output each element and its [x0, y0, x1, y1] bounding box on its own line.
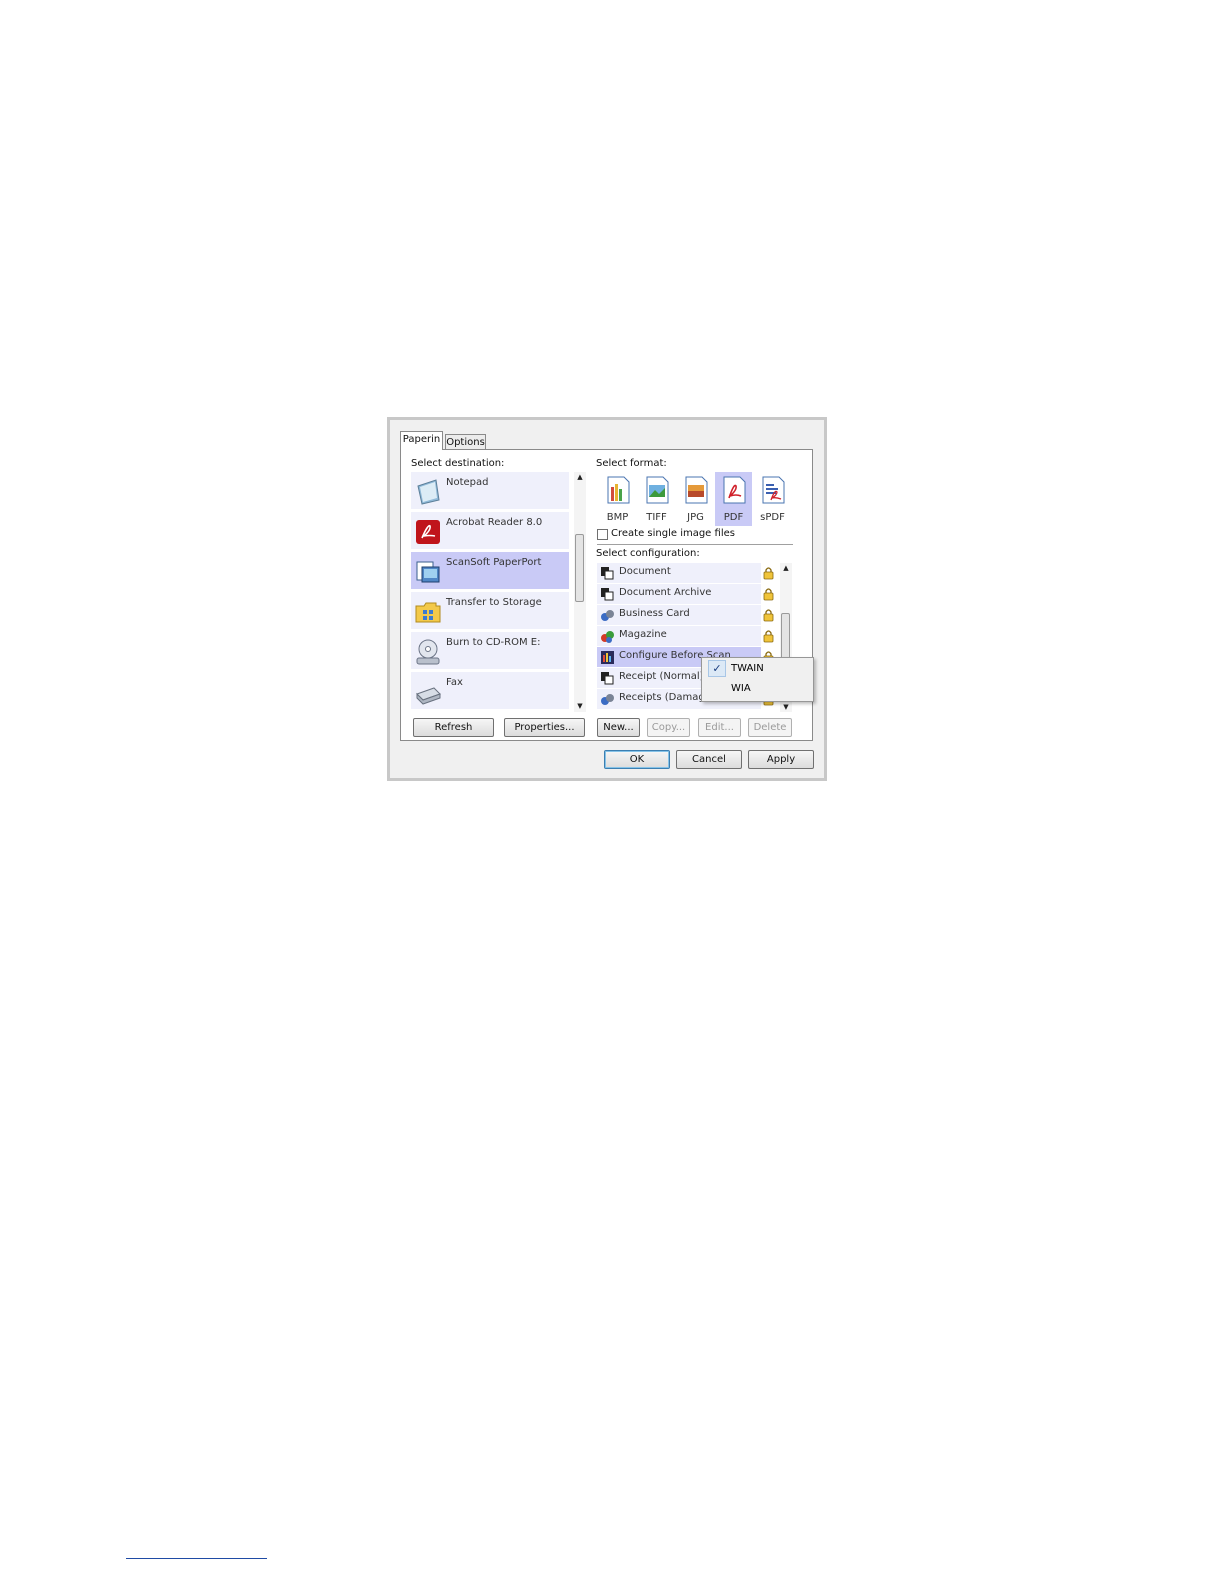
- select-configuration-label: Select configuration:: [596, 548, 700, 559]
- lock-icon: [763, 588, 774, 601]
- ok-button[interactable]: OK: [604, 750, 670, 769]
- document-config-icon: [601, 672, 614, 685]
- edit-button[interactable]: Edit...: [698, 718, 741, 737]
- destination-scrollbar[interactable]: ▲ ▼: [574, 472, 586, 712]
- copy-button[interactable]: Copy...: [647, 718, 690, 737]
- scroll-up-arrow-icon[interactable]: ▲: [780, 563, 792, 573]
- document-config-icon: [601, 567, 614, 580]
- destination-label: Acrobat Reader 8.0: [446, 517, 543, 528]
- configure-icon: [601, 651, 614, 664]
- menu-item-wia[interactable]: WIA: [704, 679, 811, 698]
- new-button[interactable]: New...: [597, 718, 640, 737]
- cancel-button[interactable]: Cancel: [676, 750, 742, 769]
- paperport-icon: [416, 561, 440, 583]
- config-label: Document Archive: [619, 587, 712, 598]
- pdf-icon: [723, 476, 746, 504]
- format-bmp[interactable]: BMP: [599, 472, 636, 526]
- scroll-thumb[interactable]: [575, 534, 584, 602]
- destination-label: Notepad: [446, 477, 489, 488]
- menu-item-label: WIA: [731, 683, 751, 694]
- lock-icon: [763, 630, 774, 643]
- folder-icon: [415, 602, 441, 623]
- menu-item-label: TWAIN: [731, 663, 764, 674]
- list-item-notepad[interactable]: Notepad: [411, 472, 569, 510]
- single-image-checkbox[interactable]: [597, 529, 608, 540]
- destination-label: ScanSoft PaperPort: [446, 557, 542, 568]
- config-label: Magazine: [619, 629, 667, 640]
- list-item-transfer-to-storage[interactable]: Transfer to Storage: [411, 592, 569, 630]
- checkmark-icon: ✓: [708, 660, 726, 677]
- format-label: TIFF: [646, 512, 667, 523]
- config-item-business-card[interactable]: Business Card: [597, 605, 774, 625]
- format-tiff[interactable]: TIFF: [638, 472, 675, 526]
- divider: [597, 544, 793, 545]
- properties-dialog: Paperin Options Select destination: Note…: [387, 417, 827, 781]
- select-destination-label: Select destination:: [411, 458, 505, 469]
- spdf-icon: [762, 476, 785, 504]
- acrobat-icon: [416, 520, 440, 544]
- properties-button[interactable]: Properties...: [504, 718, 585, 737]
- scroll-thumb[interactable]: [781, 613, 790, 663]
- tab-paperin[interactable]: Paperin: [400, 431, 443, 450]
- apply-button[interactable]: Apply: [748, 750, 814, 769]
- format-label: BMP: [606, 512, 629, 523]
- scroll-up-arrow-icon[interactable]: ▲: [574, 472, 586, 482]
- destination-label: Fax: [446, 677, 463, 688]
- notepad-icon: [417, 479, 440, 505]
- config-item-document[interactable]: Document: [597, 563, 774, 583]
- tiff-icon: [646, 476, 669, 504]
- config-item-magazine[interactable]: Magazine: [597, 626, 774, 646]
- context-menu: ✓ TWAIN WIA: [701, 657, 814, 702]
- color-config-icon: [601, 610, 614, 621]
- cd-burn-icon: [416, 639, 440, 665]
- jpg-icon: [685, 476, 708, 504]
- color-config-icon: [601, 694, 614, 705]
- footnote-separator: [126, 1558, 267, 1559]
- scroll-down-arrow-icon[interactable]: ▼: [780, 702, 792, 712]
- document-config-icon: [601, 588, 614, 601]
- fax-icon: [416, 687, 441, 705]
- destination-label: Burn to CD-ROM E:: [446, 637, 541, 648]
- format-jpg[interactable]: JPG: [677, 472, 714, 526]
- config-label: Document: [619, 566, 671, 577]
- select-format-label: Select format:: [596, 458, 667, 469]
- menu-item-twain[interactable]: ✓ TWAIN: [704, 659, 811, 678]
- refresh-button[interactable]: Refresh: [413, 718, 494, 737]
- destination-label: Transfer to Storage: [446, 597, 542, 608]
- format-label: PDF: [723, 512, 744, 523]
- list-item-acrobat-reader[interactable]: Acrobat Reader 8.0: [411, 512, 569, 550]
- list-item-fax[interactable]: Fax: [411, 672, 569, 710]
- format-label: sPDF: [760, 512, 785, 523]
- lock-icon: [763, 609, 774, 622]
- destination-list[interactable]: Notepad Acrobat Reader 8.0 ScanSoft Pape…: [411, 472, 573, 712]
- list-item-burn-to-cd[interactable]: Burn to CD-ROM E:: [411, 632, 569, 670]
- lock-icon: [763, 567, 774, 580]
- single-image-checkbox-label: Create single image files: [611, 528, 735, 539]
- config-label: Receipt (Normal): [619, 671, 704, 682]
- color-config-icon: [601, 631, 614, 643]
- delete-button[interactable]: Delete: [748, 718, 792, 737]
- config-label: Business Card: [619, 608, 690, 619]
- format-spdf[interactable]: sPDF: [754, 472, 791, 526]
- config-item-document-archive[interactable]: Document Archive: [597, 584, 774, 604]
- bmp-icon: [607, 476, 630, 504]
- format-pdf[interactable]: PDF: [715, 472, 752, 526]
- scroll-down-arrow-icon[interactable]: ▼: [574, 701, 586, 711]
- list-item-scansoft-paperport[interactable]: ScanSoft PaperPort: [411, 552, 569, 590]
- format-label: JPG: [687, 512, 704, 523]
